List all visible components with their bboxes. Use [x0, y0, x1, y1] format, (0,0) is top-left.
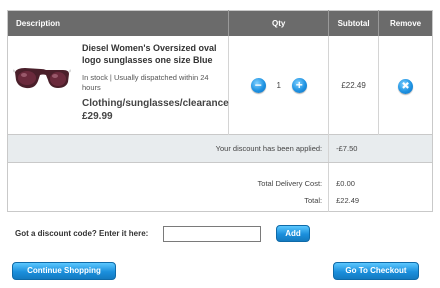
discount-code-label: Got a discount code? Enter it here:	[15, 229, 149, 238]
stock-status: In stock | Usually dispatched within 24 …	[82, 73, 209, 92]
total-label: Total:	[304, 196, 323, 205]
product-name[interactable]: Diesel Women's Oversized oval logo sungl…	[82, 42, 226, 66]
decrease-qty-button[interactable]: −	[250, 77, 266, 93]
increase-qty-button[interactable]: +	[291, 77, 307, 93]
checkout-button[interactable]: Go To Checkout	[333, 262, 419, 280]
delivery-value: £0.00	[328, 162, 433, 190]
header-subtotal: Subtotal	[328, 10, 379, 36]
basket-item-row: Diesel Women's Oversized oval logo sungl…	[8, 36, 433, 135]
table-header-row: Description Qty Subtotal Remove	[7, 10, 433, 36]
quantity-stepper: − 1 +	[229, 77, 328, 93]
sunglasses-image[interactable]	[13, 58, 71, 98]
item-remove-cell: ✖	[378, 36, 433, 135]
discount-label: Your discount has been applied:	[7, 134, 329, 163]
item-subtotal: £22.49	[328, 36, 379, 135]
continue-shopping-button[interactable]: Continue Shopping	[12, 262, 116, 280]
total-value: £22.49	[328, 190, 433, 212]
header-description: Description	[7, 10, 229, 36]
product-price: £29.99	[82, 111, 113, 122]
item-description-cell: Diesel Women's Oversized oval logo sungl…	[8, 36, 229, 135]
discount-row: Your discount has been applied: -£7.50	[7, 134, 433, 163]
delivery-row: Total Delivery Cost: £0.00	[8, 162, 433, 190]
delivery-label: Total Delivery Cost:	[257, 179, 323, 188]
total-row: Total: £22.49	[8, 190, 433, 212]
discount-value: -£7.50	[328, 134, 433, 163]
product-category: Clothing/sunglasses/clearance	[82, 98, 229, 109]
remove-item-button[interactable]: ✖	[398, 79, 414, 94]
header-remove: Remove	[378, 10, 433, 36]
discount-code-input[interactable]	[163, 226, 261, 242]
header-qty: Qty	[228, 10, 329, 36]
basket-table: Description Qty Subtotal Remove Diesel W…	[7, 10, 433, 212]
item-info: Diesel Women's Oversized oval logo sungl…	[82, 42, 229, 123]
item-qty-cell: − 1 +	[228, 36, 329, 135]
add-code-button[interactable]: Add	[276, 225, 310, 242]
quantity-value: 1	[276, 80, 281, 90]
